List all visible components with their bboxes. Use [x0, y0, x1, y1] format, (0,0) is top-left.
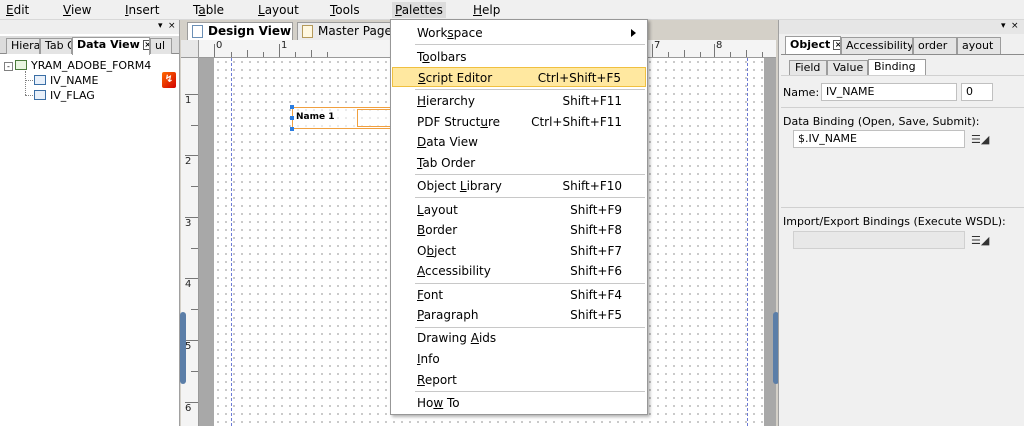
menu-edit[interactable]: Edit — [3, 2, 32, 18]
menu-view[interactable]: View — [60, 2, 94, 18]
tab-object[interactable]: Object × — [785, 36, 841, 54]
menu-table[interactable]: Table — [190, 2, 227, 18]
menu-item-workspace[interactable]: Workspace — [392, 23, 646, 43]
margin-guide — [747, 58, 748, 426]
menu-item-tab-order[interactable]: Tab Order — [392, 153, 646, 173]
palette-header: ▾ × — [779, 20, 1024, 34]
tab-data-view[interactable]: Data View× — [72, 37, 150, 55]
menu-item-info[interactable]: Info — [392, 349, 646, 369]
ruler-label: 0 — [216, 40, 223, 51]
page-icon — [302, 25, 313, 38]
collapse-icon[interactable]: - — [4, 62, 13, 71]
import-export-input[interactable] — [793, 231, 965, 249]
field-icon — [34, 75, 46, 85]
ruler-label: 4 — [185, 279, 192, 290]
import-export-label: Import/Export Bindings (Execute WSDL): — [783, 215, 1006, 228]
ruler-label: 7 — [654, 40, 661, 51]
ruler-label: 1 — [281, 40, 288, 51]
palette-tabs: Object × Accessibility order ayout — [785, 36, 1024, 54]
menu-tools[interactable]: Tools — [327, 2, 363, 18]
menu-palettes[interactable]: Palettes — [392, 2, 446, 18]
menu-item-object[interactable]: Object Shift+F7 — [392, 241, 646, 261]
tree-root-label: YRAM_ADOBE_FORM4 — [31, 59, 152, 72]
menu-item-how-to[interactable]: How To — [392, 393, 646, 413]
tab-border[interactable]: order — [913, 37, 957, 54]
palette-close-icon[interactable]: × — [1011, 20, 1019, 32]
ruler-label: 1 — [185, 95, 192, 106]
tree-item-iv-name[interactable]: IV_NAME — [4, 73, 175, 88]
palette-header: ▾ × — [0, 20, 179, 34]
tab-overflow[interactable]: ul — [150, 38, 172, 54]
name-label: Name: — [783, 86, 820, 99]
tab-accessibility[interactable]: Accessibility — [841, 37, 913, 54]
ruler-label: 6 — [185, 403, 192, 414]
palette-menu-icon[interactable]: ▾ — [158, 20, 163, 32]
tab-master-pages[interactable]: Master Page — [297, 22, 391, 40]
menu-item-accessibility[interactable]: Accessibility Shift+F6 — [392, 261, 646, 281]
margin-guide — [231, 58, 232, 426]
field-icon — [34, 90, 46, 100]
data-binding-label: Data Binding (Open, Save, Submit): — [783, 115, 980, 128]
ruler-label: 3 — [185, 218, 192, 229]
tab-field[interactable]: Field — [789, 60, 827, 75]
tab-value[interactable]: Value — [827, 60, 868, 75]
menu-item-pdf-structure[interactable]: PDF Structure Ctrl+Shift+F11 — [392, 112, 646, 132]
menu-item-toolbars[interactable]: Toolbars — [392, 47, 646, 67]
data-view-tree: - YRAM_ADOBE_FORM4 IV_NAME IV_FLAG — [4, 58, 175, 103]
menu-item-data-view[interactable]: Data View — [392, 132, 646, 152]
field-caption: Name 1 — [296, 112, 335, 122]
tab-binding[interactable]: Binding — [868, 59, 926, 75]
selection-handle[interactable] — [290, 105, 294, 109]
form-icon — [15, 60, 27, 70]
data-binding-input[interactable]: $.IV_NAME — [793, 130, 965, 148]
palette-tabs: Hiera Tab O Data View× ul — [0, 36, 179, 55]
menu-item-object-library[interactable]: Object Library Shift+F10 — [392, 176, 646, 196]
menu-item-font[interactable]: Font Shift+F4 — [392, 285, 646, 305]
menu-item-drawing-aids[interactable]: Drawing Aids — [392, 328, 646, 348]
tab-hierarchy[interactable]: Hiera — [6, 38, 40, 54]
palette-close-icon[interactable]: × — [168, 20, 176, 32]
menubar: Edit View Insert Table Layout Tools Pale… — [0, 0, 1024, 20]
tab-tab-order[interactable]: Tab O — [40, 38, 72, 54]
page-icon — [192, 25, 203, 38]
name-input[interactable]: IV_NAME — [821, 83, 957, 101]
document-tabs: Design View Master Page — [181, 20, 391, 40]
ruler-label: 2 — [185, 156, 192, 167]
menu-insert[interactable]: Insert — [122, 2, 162, 18]
menu-item-script-editor[interactable]: Script Editor Ctrl+Shift+F5 — [392, 67, 646, 87]
menu-help[interactable]: Help — [470, 2, 503, 18]
submenu-arrow-icon — [631, 29, 636, 37]
tab-close-icon[interactable]: × — [142, 40, 149, 50]
binding-wizard-icon[interactable]: ↯ — [162, 72, 176, 88]
palette-menu-icon[interactable]: ▾ — [1001, 20, 1006, 32]
tree-root[interactable]: - YRAM_ADOBE_FORM4 — [4, 58, 175, 73]
tab-design-view[interactable]: Design View — [187, 22, 293, 40]
palettes-menu: Workspace Toolbars Script Editor Ctrl+Sh… — [390, 19, 648, 415]
selection-handle[interactable] — [290, 127, 294, 131]
tree-item-iv-flag[interactable]: IV_FLAG — [4, 88, 175, 103]
menu-item-hierarchy[interactable]: Hierarchy Shift+F11 — [392, 91, 646, 111]
menu-item-border[interactable]: Border Shift+F8 — [392, 220, 646, 240]
object-palette: ▾ × Object × Accessibility order ayout Fi… — [778, 20, 1024, 426]
menu-item-paragraph[interactable]: Paragraph Shift+F5 — [392, 305, 646, 325]
menu-item-report[interactable]: Report — [392, 370, 646, 390]
import-export-menu-icon[interactable]: ☰◢ — [971, 235, 989, 247]
tree-item-label: IV_FLAG — [50, 89, 95, 102]
name-index-input[interactable]: 0 — [961, 83, 993, 101]
tab-close-icon[interactable]: × — [833, 40, 840, 50]
menu-item-layout[interactable]: Layout Shift+F9 — [392, 200, 646, 220]
tree-item-label: IV_NAME — [50, 74, 99, 87]
binding-panel: Field Value Binding Name: IV_NAME 0 Data… — [781, 54, 1024, 426]
left-palette-grip[interactable] — [180, 312, 186, 384]
hierarchy-palette: ▾ × Hiera Tab O Data View× ul - YRAM_ADOB… — [0, 20, 180, 426]
ruler-label: 8 — [716, 40, 723, 51]
tab-layout[interactable]: ayout — [957, 37, 1001, 54]
binding-menu-icon[interactable]: ☰◢ — [971, 134, 989, 146]
menu-layout[interactable]: Layout — [255, 2, 302, 18]
selection-handle[interactable] — [290, 116, 294, 120]
ruler-corner — [181, 40, 199, 58]
